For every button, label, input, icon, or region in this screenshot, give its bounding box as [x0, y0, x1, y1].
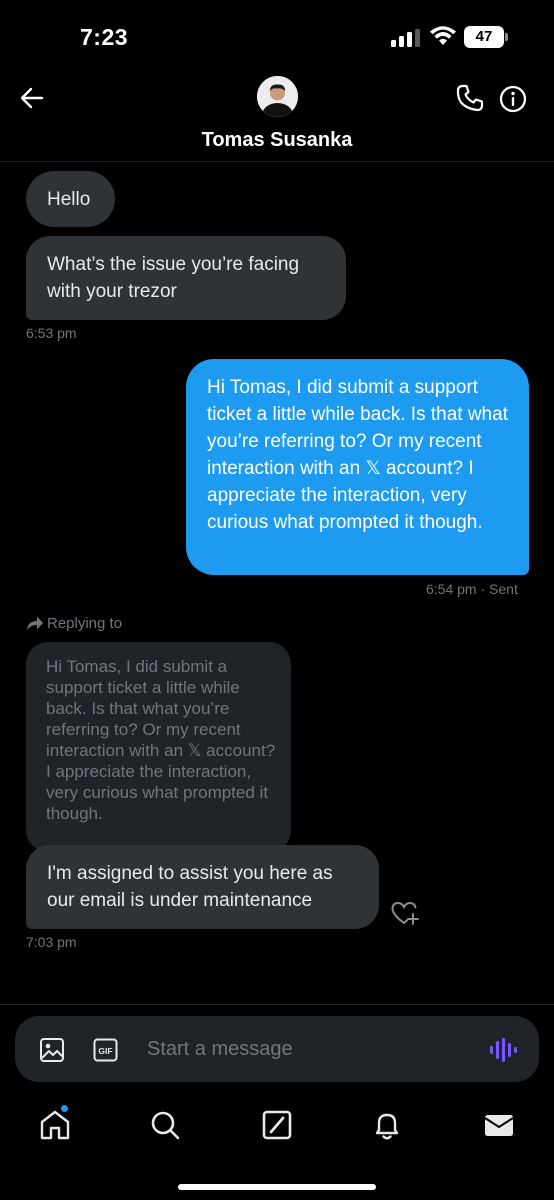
status-time: 7:23 [80, 24, 129, 50]
avatar[interactable] [257, 76, 298, 117]
message-input[interactable] [147, 1035, 477, 1063]
gif-label: GIF [98, 1046, 112, 1056]
message-text: What’s the issue you’re facing with your… [47, 254, 300, 302]
message-text: I'm assigned to assist you here as our e… [47, 863, 333, 911]
message-timestamp: 6:54 pm · Sent [426, 581, 518, 597]
arrow-left-icon[interactable] [18, 84, 46, 112]
message-timestamp: 7:03 pm [26, 934, 77, 950]
status-bar: 7:23 47 [0, 0, 554, 70]
home-indicator [178, 1184, 376, 1190]
contact-name[interactable]: Tomas Susanka [0, 129, 554, 152]
quoted-message-text: Hi Tomas, I did submit a support ticket … [46, 657, 276, 823]
battery-level: 47 [475, 28, 493, 45]
voice-wave-icon[interactable] [489, 1037, 517, 1063]
quoted-message[interactable]: Hi Tomas, I did submit a support ticket … [26, 642, 291, 852]
message-text: Hello [47, 189, 91, 210]
search-icon[interactable] [148, 1108, 182, 1142]
bottom-navigation [0, 1094, 554, 1200]
envelope-icon[interactable] [482, 1108, 516, 1142]
phone-icon[interactable] [455, 83, 485, 113]
message-bubble-outgoing[interactable]: Hi Tomas, I did submit a support ticket … [186, 359, 529, 575]
image-icon[interactable] [39, 1037, 65, 1063]
wifi-icon [430, 26, 456, 45]
battery-icon: 47 [464, 26, 508, 48]
compose-divider [0, 1004, 554, 1005]
gif-icon[interactable]: GIF [93, 1038, 118, 1062]
heart-plus-icon[interactable] [390, 899, 420, 927]
message-bubble-incoming[interactable]: What’s the issue you’re facing with your… [26, 236, 346, 320]
message-text: Hi Tomas, I did submit a support ticket … [207, 377, 508, 533]
cellular-signal-icon [391, 29, 420, 47]
header-divider [0, 161, 554, 162]
compose-bar: GIF [15, 1016, 539, 1082]
reply-arrow-icon [27, 616, 43, 630]
notification-dot [60, 1104, 69, 1113]
info-icon[interactable] [499, 85, 527, 113]
bell-icon[interactable] [370, 1108, 404, 1142]
replying-to-text: Replying to [47, 615, 123, 632]
message-bubble-incoming[interactable]: I'm assigned to assist you here as our e… [26, 845, 379, 929]
message-bubble-incoming[interactable]: Hello [26, 171, 115, 227]
grok-icon[interactable] [260, 1108, 294, 1142]
conversation-header: Tomas Susanka [0, 70, 554, 162]
message-timestamp: 6:53 pm [26, 325, 77, 341]
home-icon[interactable] [38, 1108, 72, 1142]
